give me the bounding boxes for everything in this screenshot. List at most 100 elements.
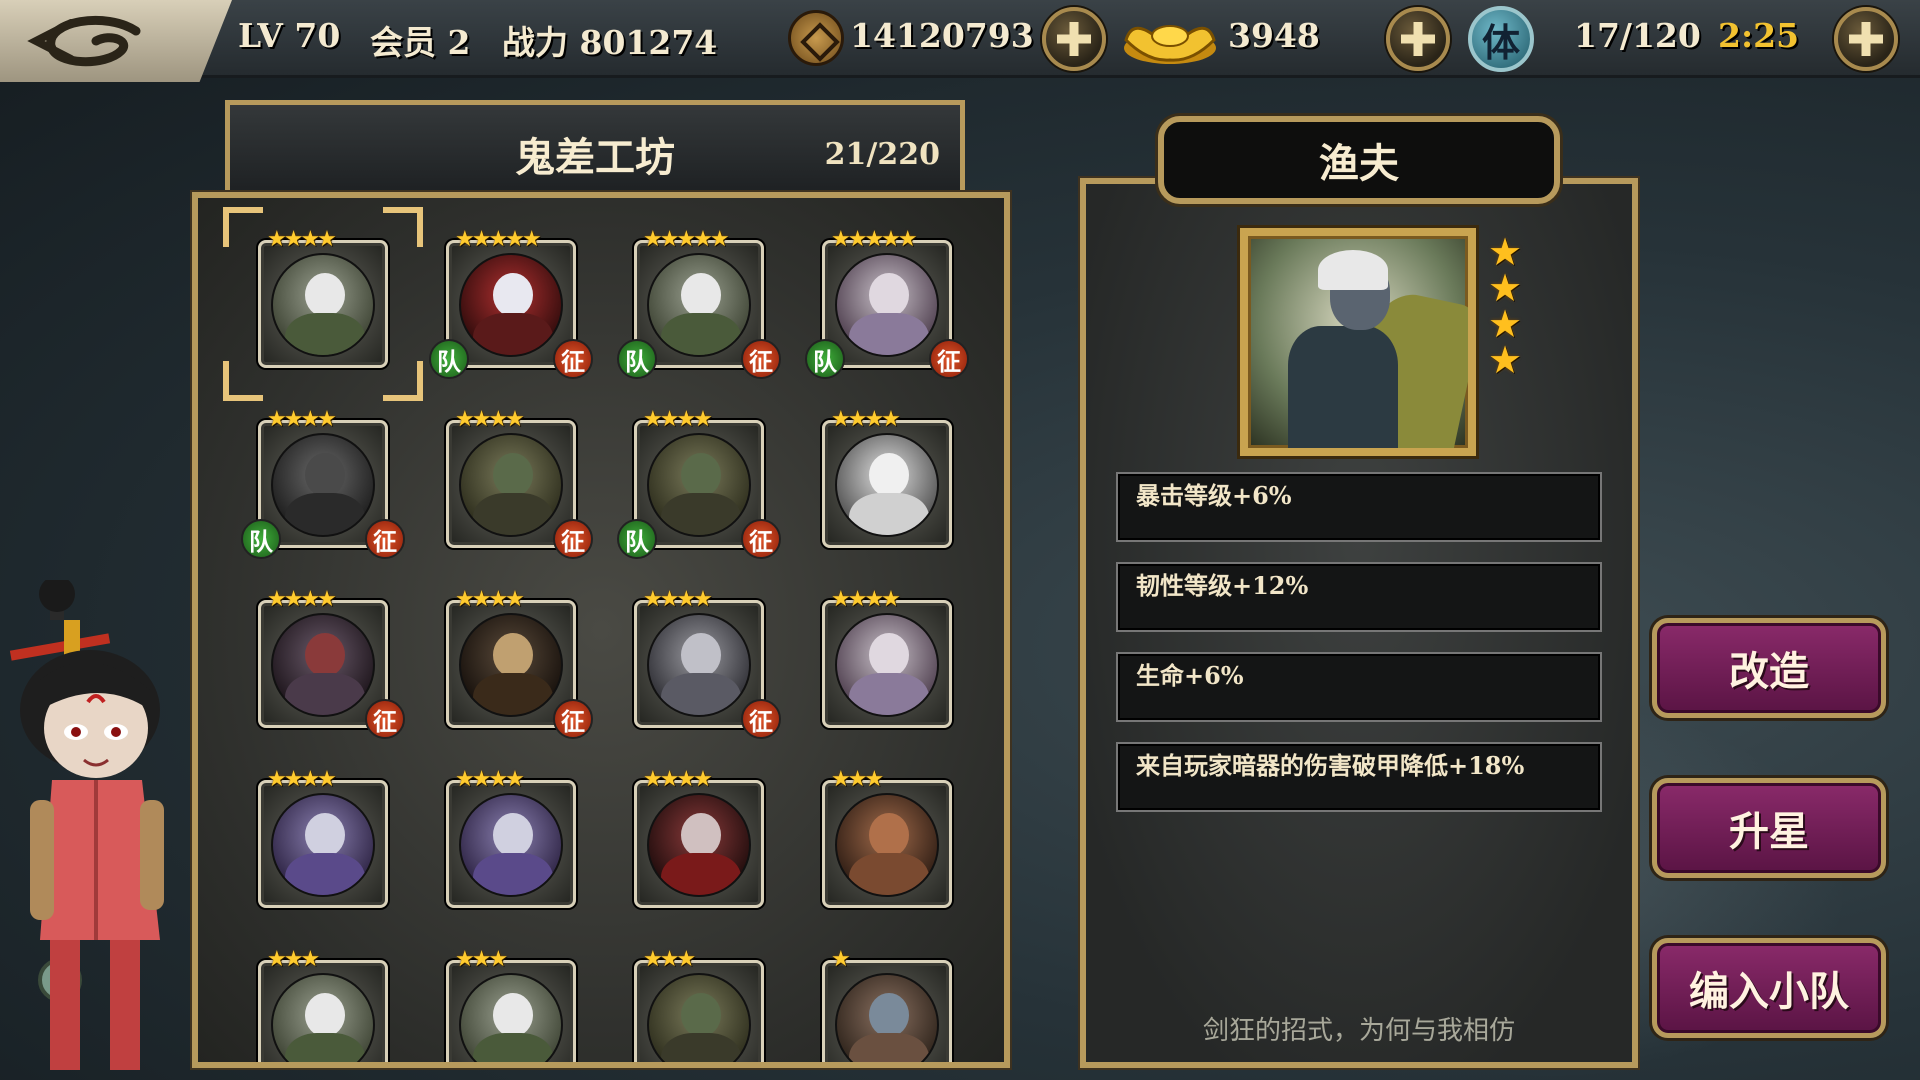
unit-stars: ★★★	[455, 947, 508, 972]
expedition-badge: 征	[553, 699, 593, 739]
unit-stars: ★★★	[267, 947, 320, 972]
unit-stars: ★★★★	[831, 587, 901, 612]
selection-corner	[383, 361, 423, 401]
roster-card[interactable]: ★	[822, 947, 952, 1062]
hero-star-rating: ★ ★ ★ ★	[1488, 230, 1523, 379]
attribute-text: 暴击等级+6%	[1136, 481, 1292, 510]
unit-portrait	[459, 433, 563, 537]
stamina-icon: 体	[1468, 6, 1534, 72]
unit-portrait	[459, 613, 563, 717]
combat-power: 战力 801274	[502, 23, 718, 62]
add-stamina-button[interactable]	[1834, 7, 1898, 71]
unit-stars: ★★★★★	[643, 227, 730, 252]
roster-card[interactable]: ★★★★ 征	[634, 587, 781, 739]
roster-card[interactable]: ★★★★	[822, 407, 952, 548]
expedition-badge: 征	[929, 339, 969, 379]
unit-stars: ★★★★	[643, 407, 713, 432]
expedition-badge: 征	[741, 699, 781, 739]
roster-panel[interactable]: ★★★★ ★★★★★ 队征 ★★★★★ 队征 ★★★★★ 队征 ★★★★ 队征 ★★★★ 征 ★★★★…	[190, 190, 1012, 1070]
roster-card[interactable]: ★★★★	[258, 767, 388, 908]
vip-level: 会员 2	[370, 23, 471, 62]
star-icon: ★	[1488, 230, 1523, 274]
roster-card[interactable]: ★★★★ 征	[258, 587, 405, 739]
unit-portrait	[835, 613, 939, 717]
attribute-health: 生命+6%	[1116, 652, 1602, 722]
add-gold-button[interactable]	[1386, 7, 1450, 71]
swirl-back-icon	[27, 15, 141, 67]
unit-stars: ★★★	[831, 767, 884, 792]
unit-stars: ★★★★★	[455, 227, 542, 252]
unit-stars: ★★★★	[267, 587, 337, 612]
in-team-badge: 队	[429, 339, 469, 379]
unit-portrait	[647, 433, 751, 537]
join-team-button[interactable]: 编入小队	[1652, 938, 1886, 1038]
add-coins-button[interactable]	[1042, 7, 1106, 71]
unit-stars: ★★★★	[455, 587, 525, 612]
unit-portrait	[647, 793, 751, 897]
attribute-text: 来自玩家暗器的伤害破甲降低+18%	[1136, 751, 1525, 780]
roster-card[interactable]: ★★★★ 征	[446, 407, 593, 559]
roster-card[interactable]: ★★★★ 队 征	[617, 407, 781, 559]
hero-name-plate: 渔夫	[1158, 116, 1560, 204]
modify-button[interactable]: 改造	[1652, 618, 1886, 718]
roster-card[interactable]: ★★★★★ 队 征	[805, 227, 969, 379]
roster-capacity: 21/220	[824, 137, 940, 172]
unit-stars: ★★★★	[455, 767, 525, 792]
unit-portrait	[647, 613, 751, 717]
in-team-badge: 队	[805, 339, 845, 379]
roster-card[interactable]: ★★★★ 队 征	[241, 407, 405, 559]
unit-portrait	[459, 253, 563, 357]
unit-stars: ★★★★	[267, 407, 337, 432]
star-up-button[interactable]: 升星	[1652, 778, 1886, 878]
roster-card[interactable]: ★★★	[258, 947, 388, 1062]
expedition-badge: 征	[553, 339, 593, 379]
expedition-badge: 征	[365, 699, 405, 739]
attribute-toughness: 韧性等级+12%	[1116, 562, 1602, 632]
attribute-crit: 暴击等级+6%	[1116, 472, 1602, 542]
hero-portrait	[1240, 228, 1476, 456]
gold-count: 3948	[1228, 16, 1320, 55]
star-icon: ★	[1488, 266, 1523, 310]
unit-stars: ★★★★	[643, 767, 713, 792]
in-team-badge: 队	[617, 519, 657, 559]
roster-card[interactable]: ★★★★★ 队 征	[429, 227, 593, 379]
player-level: LV 70	[238, 16, 341, 55]
roster-card[interactable]: ★★★★	[223, 207, 423, 401]
unit-portrait	[835, 793, 939, 897]
gold-ingot-icon	[1124, 25, 1216, 64]
roster-card[interactable]: ★★★★	[634, 767, 764, 908]
roster-card[interactable]: ★★★	[822, 767, 952, 908]
hero-quote: 剑狂的招式，为何与我相仿	[1202, 1016, 1515, 1046]
roster-card[interactable]: ★★★★	[446, 767, 576, 908]
roster-card[interactable]: ★★★★ 征	[446, 587, 593, 739]
attribute-armor-break: 来自玩家暗器的伤害破甲降低+18%	[1116, 742, 1602, 812]
roster-card[interactable]: ★★★★★ 队 征	[617, 227, 781, 379]
unit-portrait	[835, 253, 939, 357]
back-button[interactable]	[0, 0, 232, 82]
selection-corner	[223, 207, 263, 247]
expedition-badge: 征	[553, 519, 593, 559]
attribute-text: 韧性等级+12%	[1136, 571, 1309, 600]
unit-portrait	[647, 973, 751, 1062]
unit-portrait	[835, 433, 939, 537]
star-icon: ★	[1488, 302, 1523, 346]
unit-stars: ★★★★★	[831, 227, 918, 252]
unit-stars: ★★★★	[643, 587, 713, 612]
roster-card[interactable]: ★★★★	[822, 587, 952, 728]
hero-name: 渔夫	[1319, 140, 1399, 187]
stamina-count: 17/120	[1574, 16, 1701, 55]
top-status-bar: LV 70 会员 2 战力 801274 14120793 3948 体 17/…	[0, 0, 1920, 82]
roster-card[interactable]: ★★★	[634, 947, 764, 1062]
unit-portrait	[271, 973, 375, 1062]
unit-portrait	[459, 973, 563, 1062]
stamina-timer: 2:25	[1718, 16, 1800, 55]
unit-portrait	[271, 433, 375, 537]
roster-card[interactable]: ★★★	[446, 947, 576, 1062]
selection-corner	[383, 207, 423, 247]
npc-girl-character	[9, 580, 164, 1070]
coin-icon	[788, 10, 844, 66]
coin-count: 14120793	[850, 16, 1034, 55]
in-team-badge: 队	[617, 339, 657, 379]
unit-portrait	[271, 253, 375, 357]
unit-portrait	[835, 973, 939, 1062]
